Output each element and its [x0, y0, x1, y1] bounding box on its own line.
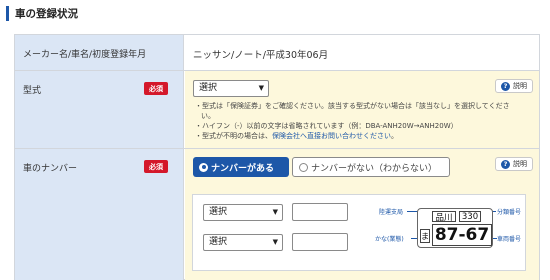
model-note-3-suffix: 。	[391, 132, 398, 140]
model-label-cell: 型式 必須	[15, 71, 184, 148]
help-label: 説明	[513, 160, 527, 168]
plate-label: 車のナンバー	[23, 164, 78, 174]
required-badge: 必須	[144, 82, 168, 95]
section-title: 車の登録状況	[15, 7, 78, 20]
license-plate-illustration: 品川 330 ま 87-67	[417, 208, 493, 248]
plate-diagram: 陸運支局 分類番号 かな(業態) 車両番号 品川 330 ま 87-67	[375, 196, 525, 269]
plate-kana-text: ま	[420, 229, 430, 243]
maker-label-cell: メーカー名/車名/初度登録年月	[15, 35, 184, 70]
plate-label-cell: 車のナンバー 必須	[15, 149, 184, 280]
model-note-1: ・型式は「保険証券」をご確認ください。該当する型式がない場合は「該当なし」を選択…	[195, 102, 510, 110]
plate-kana-select-value: 選択	[209, 237, 228, 247]
question-circle-icon: ?	[501, 81, 510, 91]
plate-location-select[interactable]: 選択 ▼	[203, 204, 283, 221]
maker-value: ニッサン/ノート/平成30年06月	[193, 50, 329, 61]
plate-location-select-value: 選択	[209, 207, 228, 217]
required-badge: 必須	[144, 160, 168, 173]
plate-location-text: 品川	[432, 211, 456, 223]
plate-kana-caption: かな(業態)	[375, 236, 404, 243]
model-note-3: ・型式が不明の場合は、保険会社へ直接お問い合わせください。	[195, 131, 525, 141]
triangle-down-icon: ▼	[272, 238, 278, 246]
radio-no-number-label: ナンバーがない（わからない）	[311, 163, 438, 174]
registration-form: メーカー名/車名/初度登録年月 ニッサン/ノート/平成30年06月 型式 必須 …	[14, 34, 540, 280]
radio-has-number-label: ナンバーがある	[211, 163, 275, 174]
model-notes: ・型式は「保険証券」をご確認ください。該当する型式がない場合は「該当なし」を選択…	[195, 101, 525, 141]
radio-unselected-icon	[299, 162, 308, 172]
plate-class-caption: 分類番号	[497, 209, 522, 216]
model-row: 型式 必須 選択 ▼ ? 説明 ・型式は「保険証券」をご確認ください。該当する型…	[15, 71, 539, 149]
model-select-value: 選択	[199, 83, 218, 93]
maker-value-cell: ニッサン/ノート/平成30年06月	[185, 35, 539, 70]
triangle-down-icon: ▼	[272, 208, 278, 216]
radio-selected-icon	[199, 162, 208, 172]
plate-location-caption: 陸運支局	[379, 209, 404, 216]
model-note-1-cont: い。	[201, 112, 215, 120]
section-header: 車の登録状況	[6, 5, 78, 21]
model-label: 型式	[23, 86, 42, 96]
plate-row: 車のナンバー 必須 ナンバーがある ナンバーがない（わからない） ? 説明 選択…	[15, 149, 539, 280]
insurer-contact-link[interactable]: 保険会社へ直接お問い合わせください	[272, 132, 391, 140]
maker-label: メーカー名/車名/初度登録年月	[23, 50, 147, 60]
plate-number-text: 87-67	[432, 224, 492, 246]
model-value-cell: 選択 ▼ ? 説明 ・型式は「保険証券」をご確認ください。該当する型式がない場合…	[185, 71, 539, 148]
question-circle-icon: ?	[501, 159, 510, 169]
section-accent-bar	[6, 5, 9, 21]
model-select[interactable]: 選択 ▼	[193, 80, 269, 97]
model-note-2: ・ハイフン（-）以前の文字は省略されています（例：DBA-ANH20W→ANH2…	[195, 122, 458, 130]
help-label: 説明	[513, 82, 527, 90]
model-note-3-prefix: ・型式が不明の場合は、	[195, 132, 272, 140]
plate-value-cell: ナンバーがある ナンバーがない（わからない） ? 説明 選択 ▼ 選択 ▼ 陸運…	[185, 149, 539, 280]
plate-kana-select[interactable]: 選択 ▼	[203, 234, 283, 251]
plate-input-box: 選択 ▼ 選択 ▼ 陸運支局 分類番号 かな(業態) 車両番号 品川 330 ま…	[192, 194, 526, 271]
plate-class-input[interactable]	[292, 203, 348, 221]
plate-class-text: 330	[459, 211, 481, 222]
radio-has-number[interactable]: ナンバーがある	[193, 157, 289, 177]
plate-help-button[interactable]: ? 説明	[495, 157, 533, 171]
plate-number-input[interactable]	[292, 233, 348, 251]
maker-row: メーカー名/車名/初度登録年月 ニッサン/ノート/平成30年06月	[15, 35, 539, 71]
model-help-button[interactable]: ? 説明	[495, 79, 533, 93]
radio-no-number[interactable]: ナンバーがない（わからない）	[292, 157, 450, 177]
triangle-down-icon: ▼	[258, 84, 264, 92]
plate-number-caption: 車両番号	[497, 236, 522, 243]
